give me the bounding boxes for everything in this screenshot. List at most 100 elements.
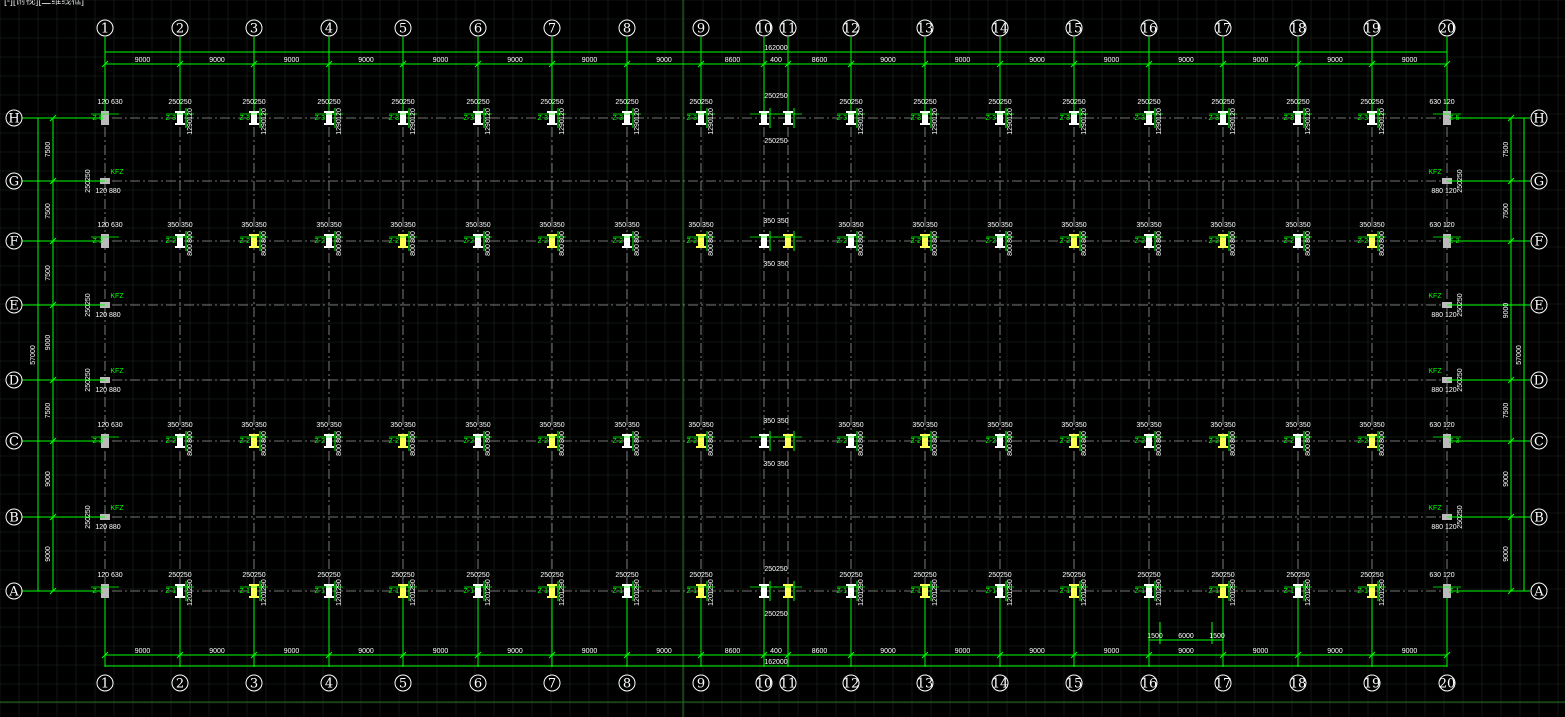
column-name-label: Z-2 bbox=[240, 438, 251, 445]
column-size-label: 250250 bbox=[764, 566, 787, 573]
dimension-span-text: 9000 bbox=[1253, 57, 1269, 64]
column-name-label: Z-1 bbox=[538, 588, 549, 595]
column-size-label: 350 350 bbox=[987, 222, 1012, 229]
column-name-label: Z-3 bbox=[911, 115, 922, 122]
wind-column-name: KFZ bbox=[110, 169, 124, 176]
column-dim-text: 1290 bbox=[336, 119, 343, 135]
column-dim-text: 800 bbox=[932, 444, 939, 456]
column-flange bbox=[324, 596, 334, 598]
column-axis-label: 3 bbox=[250, 22, 258, 37]
dimension-span-text: 9000 bbox=[880, 648, 896, 655]
column-flange bbox=[1069, 111, 1079, 113]
column-dim-text: 120 bbox=[708, 108, 715, 120]
column-symbol bbox=[400, 584, 406, 598]
column-flange bbox=[175, 446, 185, 448]
column-dim-text: 800 bbox=[1007, 431, 1014, 443]
column-size-label: 250250 bbox=[1360, 572, 1383, 579]
column-symbol bbox=[698, 434, 704, 448]
column-dim-text: 120 bbox=[559, 594, 566, 606]
column-axis-label: 6 bbox=[474, 22, 482, 37]
column-axis-label: 12 bbox=[843, 677, 860, 692]
column-axis-label: 9 bbox=[697, 677, 705, 692]
column-symbol bbox=[549, 584, 555, 598]
column-dim-text: 120 bbox=[932, 108, 939, 120]
column-flange bbox=[696, 246, 706, 248]
wind-column-name: KFZ bbox=[1428, 505, 1442, 512]
column-size-label: 350 350 bbox=[1210, 422, 1235, 429]
dimension-span-text: 9000 bbox=[1503, 471, 1510, 487]
column-symbol bbox=[251, 111, 257, 125]
column-size-label: 630 120 bbox=[1429, 222, 1454, 229]
column-symbol bbox=[922, 434, 928, 448]
column-flange bbox=[1218, 123, 1228, 125]
dimension-span-text: 400 bbox=[770, 57, 782, 64]
column-dim-text: 800 bbox=[559, 244, 566, 256]
column-dim-text: 120 bbox=[932, 594, 939, 606]
column-dim-text: 800 bbox=[261, 231, 268, 243]
column-size-label: 120 630 bbox=[97, 572, 122, 579]
column-size-label: 350 350 bbox=[241, 222, 266, 229]
column-dim-text: 120 bbox=[708, 594, 715, 606]
column-symbol bbox=[761, 111, 767, 125]
column-flange bbox=[1218, 446, 1228, 448]
column-name-label: Z-5 bbox=[93, 115, 104, 122]
column-size-label: 250250 bbox=[540, 572, 563, 579]
column-flange bbox=[1293, 111, 1303, 113]
column-flange bbox=[1069, 234, 1079, 236]
column-dim-text: 120 bbox=[336, 594, 343, 606]
axis-bubbles: 1122334455667788991010111112121313141415… bbox=[5, 19, 1548, 692]
column-symbol bbox=[177, 234, 183, 248]
column-symbol bbox=[400, 434, 406, 448]
column-name-label: Z-2 bbox=[613, 238, 624, 245]
column-axis-label: 19 bbox=[1364, 22, 1381, 37]
column-flange bbox=[995, 596, 1005, 598]
column-flange bbox=[175, 111, 185, 113]
column-name-label: Z-1 bbox=[986, 588, 997, 595]
column-size-label: 350 350 bbox=[688, 222, 713, 229]
dimension-span-text: 9000 bbox=[284, 648, 300, 655]
column-name-label: Z-2 bbox=[1284, 238, 1295, 245]
column-axis-label: 11 bbox=[780, 22, 797, 37]
dimension-span-text: 9000 bbox=[1104, 57, 1120, 64]
row-axis-label: A bbox=[1533, 585, 1544, 600]
column-symbol bbox=[1220, 234, 1226, 248]
column-name-label: Z-1 bbox=[1135, 588, 1146, 595]
wind-column-name: KFZ bbox=[1428, 293, 1442, 300]
column-dim-text: 800 bbox=[485, 231, 492, 243]
column-symbol bbox=[1369, 584, 1375, 598]
column-dim-text: 800 bbox=[187, 244, 194, 256]
column-dim-text: 1290 bbox=[932, 579, 939, 595]
column-flange bbox=[175, 596, 185, 598]
column-size-label: 250250 bbox=[988, 572, 1011, 579]
column-name-label: Z-3 bbox=[1284, 115, 1295, 122]
cad-drawing-canvas[interactable]: 9000 9000 9000 9000 9000 9000 9000 9000 8600 400 8… bbox=[0, 0, 1565, 717]
column-symbol bbox=[326, 584, 332, 598]
column-dim-text: 1290 bbox=[261, 579, 268, 595]
column-axis-label: 4 bbox=[325, 677, 333, 692]
column-axis-label: 4 bbox=[325, 22, 333, 37]
column-name-label: Z-1 bbox=[1358, 588, 1369, 595]
column-axis-label: 9 bbox=[697, 22, 705, 37]
row-axis-label: F bbox=[1534, 235, 1543, 250]
column-flange bbox=[1144, 584, 1154, 586]
column-dim-text: 800 bbox=[932, 244, 939, 256]
column-dim-text: 1290 bbox=[410, 119, 417, 135]
column-symbol bbox=[400, 111, 406, 125]
column-dim-text: 120 bbox=[1081, 108, 1088, 120]
dimension-span-text: 7500 bbox=[1503, 142, 1510, 158]
column-size-label: 350 350 bbox=[539, 422, 564, 429]
column-dim-text: 800 bbox=[559, 444, 566, 456]
column-symbol bbox=[475, 584, 481, 598]
column-name-label: Z-3 bbox=[613, 115, 624, 122]
column-flange bbox=[696, 111, 706, 113]
wind-column-name: KFZ bbox=[1428, 368, 1442, 375]
row-axis-label: B bbox=[1534, 511, 1544, 526]
column-size-label: 250250 bbox=[317, 99, 340, 106]
column-flange bbox=[759, 446, 769, 448]
column-dim-text: 1290 bbox=[858, 579, 865, 595]
column-flange bbox=[547, 446, 557, 448]
column-size-label: 350 350 bbox=[1061, 222, 1086, 229]
column-dim-text: 800 bbox=[410, 431, 417, 443]
column-dim-text: 1290 bbox=[1230, 579, 1237, 595]
column-size-label: 350 350 bbox=[688, 422, 713, 429]
